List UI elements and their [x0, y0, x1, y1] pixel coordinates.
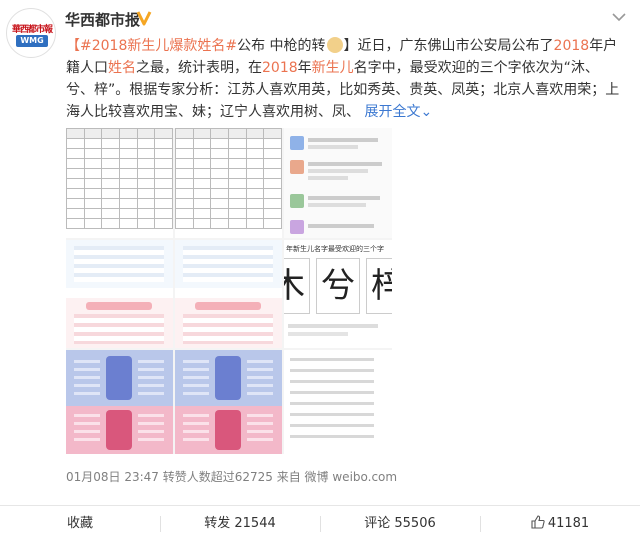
image-collage[interactable]: 年新生儿名字最受欢迎的三个字 木 兮 梓 — [66, 128, 392, 454]
favorite-button[interactable]: 收藏 — [0, 506, 160, 540]
verified-badge-icon — [136, 11, 152, 26]
collage-image-9[interactable] — [284, 350, 392, 454]
chevron-down-icon[interactable] — [612, 12, 626, 22]
collage-image-3[interactable] — [284, 128, 392, 238]
like-button[interactable]: 41181 — [480, 506, 640, 540]
collage-image-4[interactable] — [66, 240, 173, 348]
action-bar: 收藏 转发 21544 评论 55506 41181 — [0, 505, 640, 540]
post-text-segment[interactable]: 【#2018新生儿爆款姓名# — [66, 38, 237, 54]
post-text-segment: 年 — [297, 60, 312, 76]
avatar-logo-badge: WMG — [16, 35, 48, 47]
post-text-segment: 之最，统计表明，在 — [136, 60, 262, 76]
collage-image-7[interactable] — [66, 350, 173, 454]
collage-image-1[interactable] — [66, 128, 173, 238]
collage-char-2: 兮 — [316, 258, 360, 314]
thumbs-up-icon — [531, 515, 545, 529]
author-avatar[interactable]: 華西都市報 WMG — [6, 8, 56, 58]
comment-button[interactable]: 评论 55506 — [320, 506, 480, 540]
post-body-text: 【#2018新生儿爆款姓名#公布 中枪的转 】近日，广东佛山市公安局公布了2018… — [66, 35, 626, 123]
post-text-segment: 】近日，广东佛山市公安局公布了 — [343, 38, 554, 54]
author-name[interactable]: 华西都市报 — [65, 9, 140, 30]
post-text-segment[interactable]: 2018 — [262, 60, 298, 76]
like-count: 41181 — [547, 516, 590, 531]
expand-full-text-link[interactable]: 展开全文 — [360, 104, 420, 120]
collage-char-1: 木 — [284, 258, 310, 314]
post-text-segment[interactable]: 2018 — [554, 38, 590, 54]
repost-button[interactable]: 转发 21544 — [160, 506, 320, 540]
collage-heading: 年新生儿名字最受欢迎的三个字 — [286, 245, 384, 253]
post-text-segment[interactable]: 新生儿 — [312, 60, 354, 76]
expand-full-text-link[interactable]: ⌄ — [420, 104, 432, 120]
post-text-segment: 公布 中枪的转 — [237, 38, 326, 54]
weibo-post-card: 華西都市報 WMG 华西都市报 【#2018新生儿爆款姓名#公布 中枪的转 】近日… — [0, 0, 640, 500]
collage-image-5[interactable] — [175, 240, 282, 348]
collage-image-2[interactable] — [175, 128, 282, 238]
collage-char-3: 梓 — [366, 258, 392, 314]
doge-emoji-icon — [326, 37, 343, 53]
collage-image-6[interactable]: 年新生儿名字最受欢迎的三个字 木 兮 梓 — [284, 240, 392, 348]
avatar-logo-text: 華西都市報 — [11, 25, 53, 35]
post-text-segment[interactable]: 姓名 — [108, 60, 136, 76]
collage-image-8[interactable] — [175, 350, 282, 454]
post-meta: 01月08日 23:47 转赞人数超过62725 来自 微博 weibo.com — [66, 470, 398, 484]
